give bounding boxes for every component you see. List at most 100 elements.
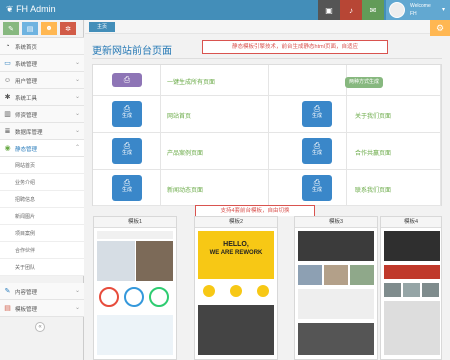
tasks-icon: ▣ [325,5,333,15]
sidebar-subitem[interactable]: 招聘信息 [0,191,84,208]
sidebar-subitem-label: 业务介绍 [15,180,36,186]
template-name: 模板1 [94,217,176,228]
envelope-icon: ✉ [369,5,377,15]
sidebar-subitem-label: 项目案例 [15,231,36,237]
sidebar-shortcuts: ✎ ▤ ☻ ✲ [0,20,84,38]
sidebar-subitem[interactable]: 业务介绍 [0,174,84,191]
template-preview-band [384,265,440,279]
sidebar-item-static[interactable]: ◉ 静态管理 ⌃ [0,140,84,157]
sidebar-item-label: 系统工具 [15,96,38,102]
template-preview-circle [99,287,119,307]
template-preview-icon [230,285,242,297]
print-icon: ⎙ [313,141,321,150]
shortcut-users-button[interactable]: ☻ [41,22,57,35]
template-preview-icon [257,285,269,297]
messages-button[interactable]: ✉ [362,0,384,20]
generate-cooperation-button[interactable]: ⎙ 生成 [302,138,332,164]
sidebar-subitem[interactable]: 网站首页 [0,157,84,174]
caret-down-icon: ▾ [442,7,446,13]
top-navbar: ❦ FH Admin ▣ ♪ ✉ Welcome FH ▾ [0,0,450,20]
avatar [389,2,405,18]
cogs-icon: ✲ [65,25,71,33]
generate-cooperation-label: 合作共赢页面 [355,151,392,157]
template-card[interactable]: 模板4 [380,216,442,360]
template-preview-nav [97,231,173,239]
generate-home-label: 网站首页 [167,114,192,120]
sidebar-item-users[interactable]: ☺ 用户管理 ⌄ [0,72,84,89]
print-icon: ⎙ [123,178,131,187]
sidebar-subitem[interactable]: 新闻图片 [0,208,84,225]
sidebar-item-home[interactable]: ◔ 系统首页 [0,38,84,55]
template-preview-image [422,283,439,297]
settings-toggle-button[interactable]: ⚙ [430,20,450,36]
sidebar-collapse-button[interactable]: « [35,322,45,332]
user-menu[interactable]: Welcome FH ▾ [386,0,450,20]
button-label: 生成 [121,187,132,193]
generate-contact-button[interactable]: ⎙ 生成 [302,175,332,201]
template-card[interactable]: 模板2 HELLO, WE ARE REWORK [194,216,278,360]
template-card[interactable]: 模板1 [93,216,177,360]
hero-text-line1: HELLO, [223,241,249,248]
globe-icon: ◉ [4,145,11,152]
sidebar-item-label: 数据库管理 [15,130,43,136]
print-icon: ⎙ [123,141,131,150]
template-preview-section [298,289,374,319]
template-preview-circle [124,287,144,307]
button-label: 生成 [121,150,132,156]
template-preview-section [198,305,274,355]
template-preview-photo [136,241,173,281]
template-card[interactable]: 模板3 [294,216,378,360]
print-icon: ⎙ [313,104,321,113]
template-preview-icon [203,285,215,297]
sidebar-subitem[interactable]: 关于团队 [0,259,84,276]
sidebar-subitem-label: 网站首页 [15,163,36,169]
shortcut-edit-button[interactable]: ✎ [3,22,19,35]
generate-cases-button[interactable]: ⎙ 生成 [112,138,142,164]
generate-home-button[interactable]: ⎙ 生成 [112,101,142,127]
page-title: 更新网站前台页面 [92,46,172,57]
chevron-down-icon: ⌄ [74,128,80,134]
generate-all-label: 一键生成所有页面 [167,80,216,86]
breadcrumb-home[interactable]: 主页 [89,22,115,32]
shortcut-settings-button[interactable]: ✲ [60,22,76,35]
book-icon: ▥ [4,111,11,118]
button-label: 生成 [121,113,132,119]
tasks-button[interactable]: ▣ [318,0,340,20]
sidebar: ✎ ▤ ☻ ✲ ◔ 系统首页 ▭ 系统管理 ⌄ ☺ 用户管理 ⌄ ✱ 系统工具 … [0,20,84,360]
file-icon: ▤ [4,305,11,312]
sidebar-item-content[interactable]: ✎ 内容管理 ⌄ [0,283,84,300]
generate-about-label: 关于我们页面 [355,114,392,120]
sidebar-item-tools[interactable]: ✱ 系统工具 ⌄ [0,89,84,106]
template-preview-text [97,241,135,281]
template-preview-hero: HELLO, WE ARE REWORK [198,231,274,279]
template-preview-circle [149,287,169,307]
divider [92,58,442,59]
sidebar-item-label: 内容管理 [15,290,38,296]
sidebar-item-label: 系统管理 [15,62,38,68]
template-name: 模板3 [295,217,377,228]
sidebar-item-database[interactable]: ≣ 数据库管理 ⌄ [0,123,84,140]
shortcut-stats-button[interactable]: ▤ [22,22,38,35]
button-label: 生成 [311,150,322,156]
pencil-square-icon: ✎ [4,288,11,295]
tachometer-icon: ◔ [5,43,10,50]
sidebar-subitem[interactable]: 合作伙伴 [0,242,84,259]
generate-all-button[interactable]: ⎙ [112,73,142,87]
double-angle-left-icon: « [38,324,42,330]
brand-logo[interactable]: ❦ FH Admin [6,4,56,15]
annotation-callout: 静态模板引擎技术，前台生成静态html页面，自适应 [202,40,388,54]
sidebar-subitem[interactable]: 项目案例 [0,225,84,242]
sidebar-item-templates[interactable]: ▤ 模板管理 ⌄ [0,300,84,317]
sidebar-subitem-label: 新闻图片 [15,214,36,220]
print-icon: ⎙ [123,75,131,84]
notifications-button[interactable]: ♪ [340,0,362,20]
button-label: 生成 [311,187,322,193]
sidebar-item-teachers[interactable]: ▥ 师资管理 ⌄ [0,106,84,123]
generate-about-button[interactable]: ⎙ 生成 [302,101,332,127]
sidebar-item-label: 系统首页 [15,45,38,51]
sidebar-item-system[interactable]: ▭ 系统管理 ⌄ [0,55,84,72]
generate-news-button[interactable]: ⎙ 生成 [112,175,142,201]
sidebar-item-label: 模板管理 [15,307,38,313]
user-name: FH [410,11,417,17]
leaf-icon: ❦ [6,4,14,14]
